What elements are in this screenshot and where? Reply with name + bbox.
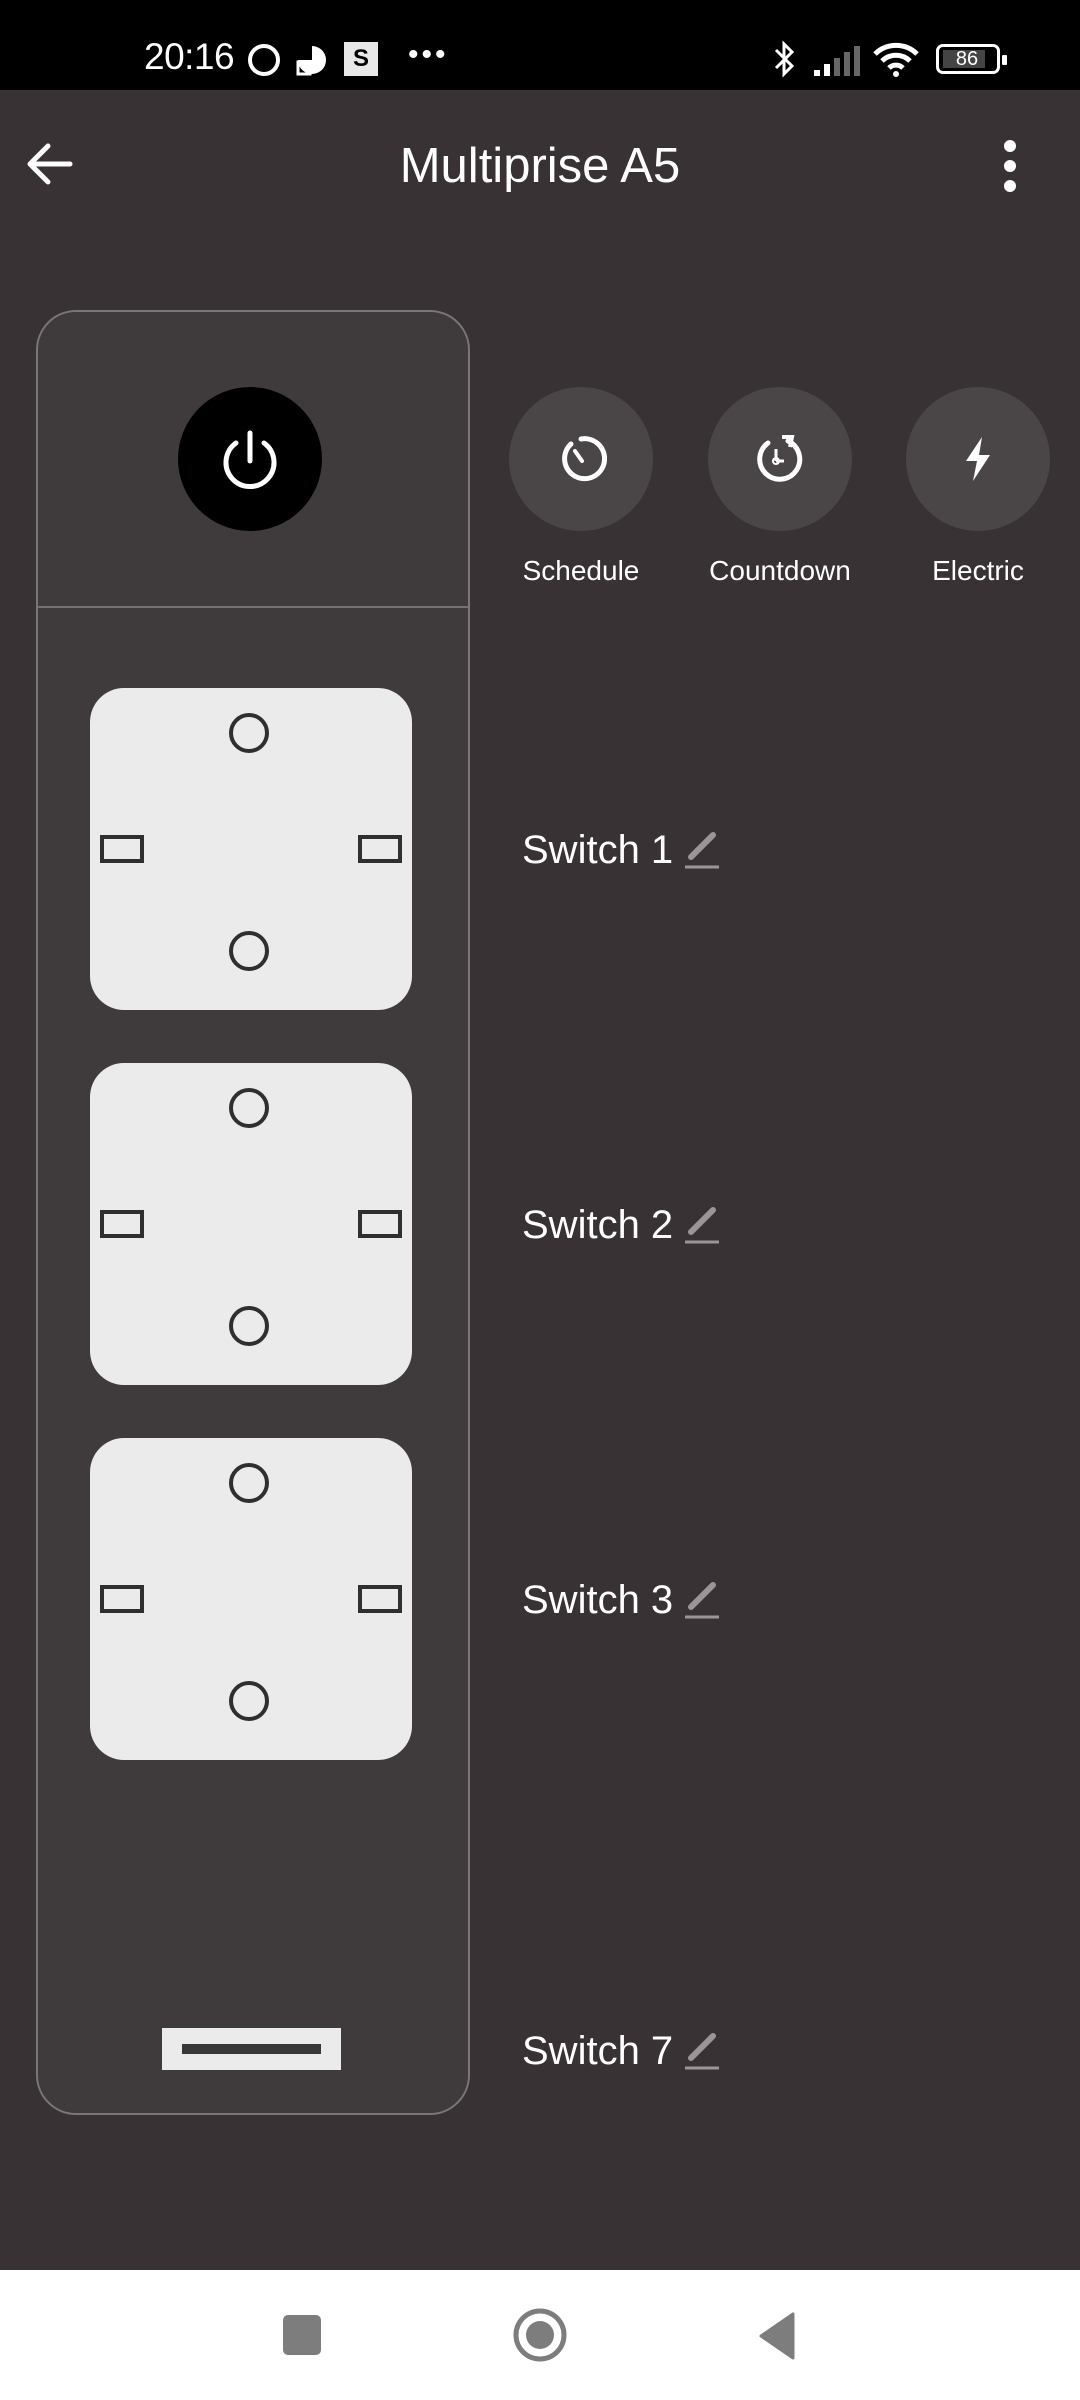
switch-row-3[interactable]: Switch 3 [522, 1575, 721, 1625]
socket-slot [358, 835, 402, 863]
socket-hole [229, 931, 269, 971]
more-notifications-icon: ••• [408, 38, 449, 71]
status-time: 20:16 [144, 36, 235, 77]
socket-hole [229, 1681, 269, 1721]
switch-row-7[interactable]: Switch 7 [522, 2026, 721, 2076]
master-power-button[interactable] [178, 387, 322, 531]
switch-name: Switch 2 [522, 1202, 674, 1247]
usb-switch-7[interactable] [162, 2028, 341, 2070]
signal-icon [814, 46, 860, 76]
countdown-label: Countdown [709, 555, 851, 586]
socket-2[interactable] [90, 1063, 412, 1385]
home-button-icon[interactable] [512, 2307, 568, 2363]
socket-1[interactable] [90, 688, 412, 1010]
switch-name: Switch 1 [522, 827, 674, 872]
schedule-label: Schedule [522, 555, 640, 586]
switch-name: Switch 7 [522, 2028, 674, 2073]
countdown-button[interactable]: Countdown [708, 387, 852, 586]
ring-notification-icon [248, 44, 280, 76]
timer-icon [562, 436, 608, 482]
socket-slot [100, 1210, 144, 1238]
switch-row-1[interactable]: Switch 1 [522, 825, 721, 875]
edit-pencil-icon[interactable] [683, 2030, 721, 2072]
socket-hole [229, 1463, 269, 1503]
socket-slot [100, 835, 144, 863]
electric-button[interactable]: Electric [906, 387, 1050, 586]
wifi-icon [873, 42, 919, 77]
back-button-icon[interactable] [757, 2312, 797, 2360]
page-title: Multiprise A5 [399, 139, 681, 193]
edit-pencil-icon[interactable] [683, 1204, 721, 1246]
socket-hole [229, 713, 269, 753]
divider [38, 606, 468, 608]
bluetooth-icon [774, 40, 795, 78]
edit-pencil-icon[interactable] [683, 829, 721, 871]
s-app-notification-icon: S [344, 42, 378, 76]
socket-hole [229, 1306, 269, 1346]
recents-button-icon[interactable] [283, 2315, 321, 2355]
electric-label: Electric [932, 555, 1024, 586]
lightning-icon [966, 437, 990, 481]
switch-name: Switch 3 [522, 1577, 674, 1622]
edit-pencil-icon[interactable] [683, 1579, 721, 1621]
socket-slot [358, 1210, 402, 1238]
power-icon [223, 430, 277, 489]
battery-icon: 86 [936, 44, 1007, 74]
socket-slot [100, 1585, 144, 1613]
socket-3[interactable] [90, 1438, 412, 1760]
switch-row-2[interactable]: Switch 2 [522, 1200, 721, 1250]
pie-notification-icon [296, 46, 326, 76]
countdown-icon [757, 435, 803, 482]
socket-hole [229, 1088, 269, 1128]
battery-level: 86 [955, 48, 979, 70]
schedule-button[interactable]: Schedule [509, 387, 653, 586]
more-options-icon[interactable] [990, 136, 1030, 196]
socket-slot [358, 1585, 402, 1613]
